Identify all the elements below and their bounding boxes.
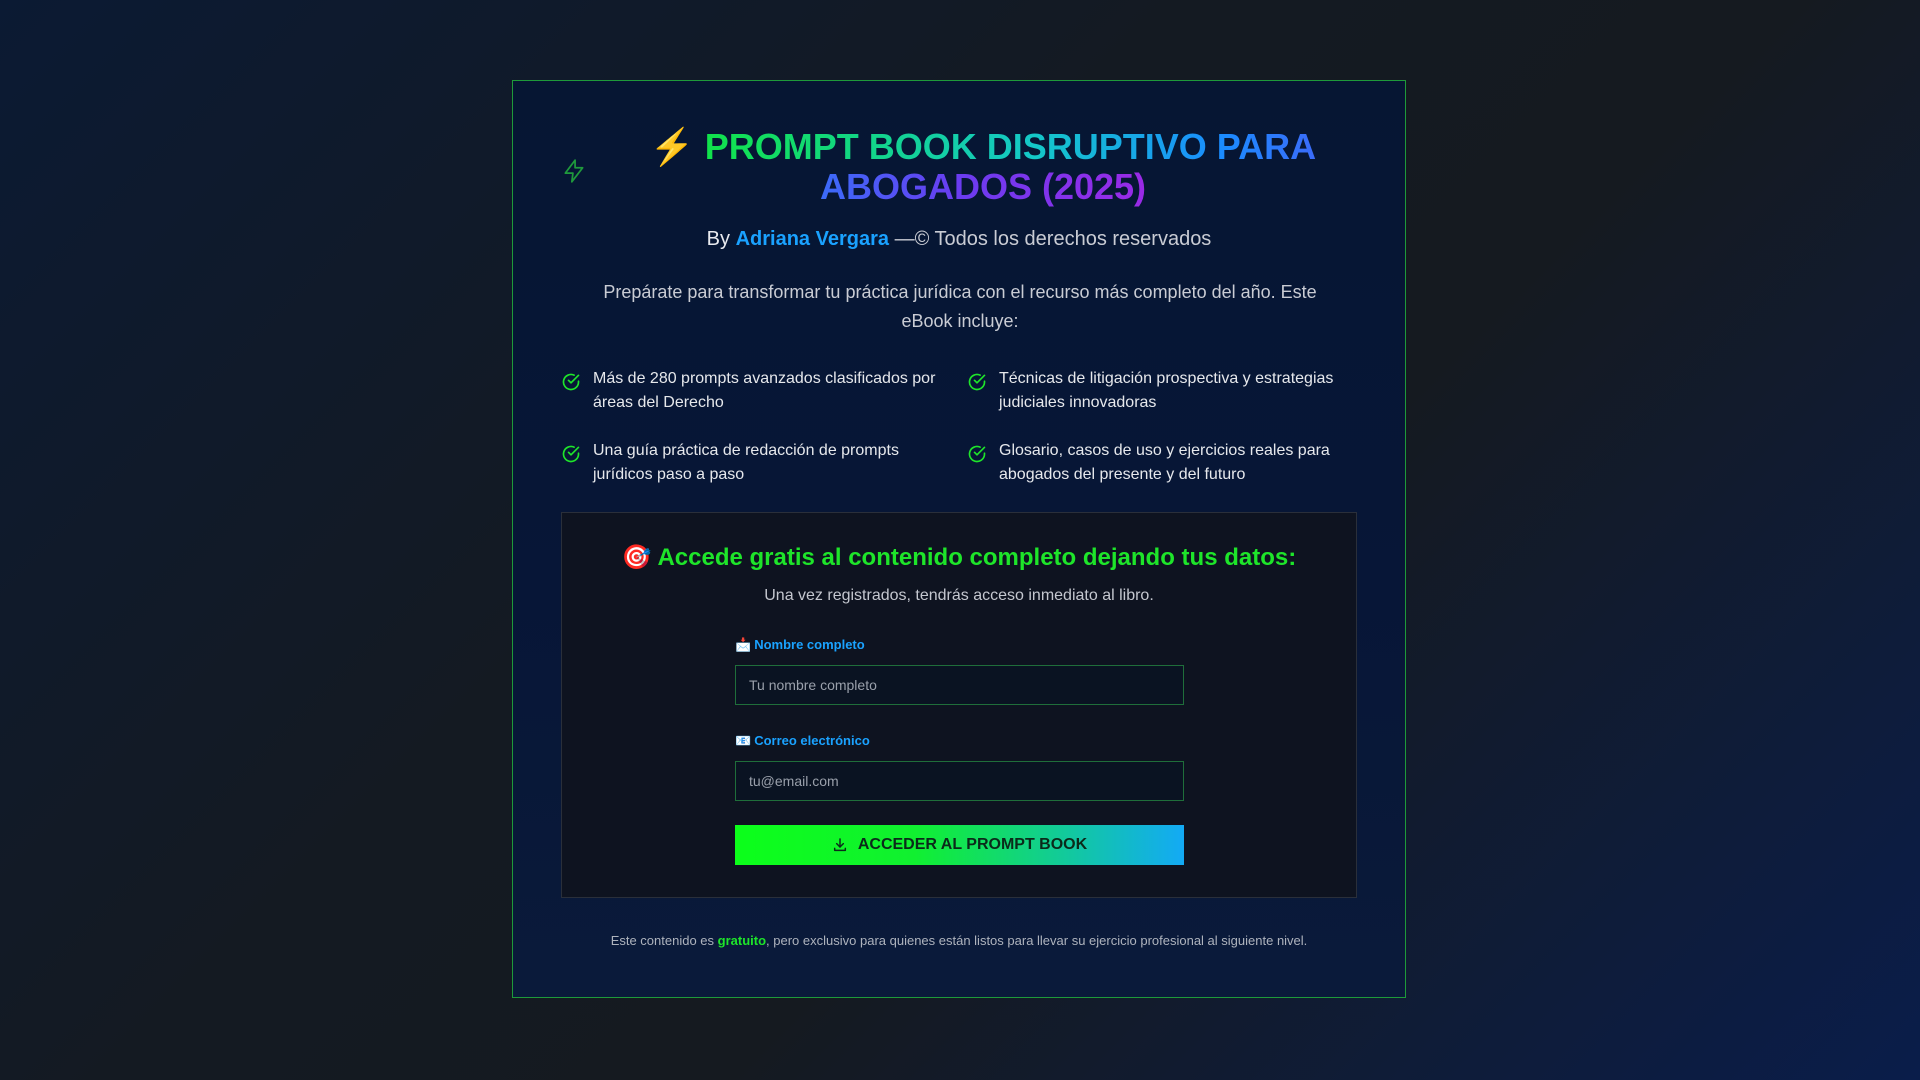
page-title: ⚡ PROMPT BOOK DISRUPTIVO PARA ABOGADOS (… xyxy=(613,127,1353,207)
name-field-label: 📩 Nombre completo xyxy=(735,637,865,653)
access-prompt-book-button[interactable]: ACCEDER AL PROMPT BOOK xyxy=(735,825,1184,865)
feature-text: Más de 280 prompts avanzados clasificado… xyxy=(593,370,936,411)
envelope-arrow-icon: 📩 xyxy=(735,637,752,652)
footer-highlight: gratuito xyxy=(717,933,767,948)
email-input[interactable] xyxy=(735,761,1184,801)
name-label-text: Nombre completo xyxy=(754,637,865,652)
feature-item: Técnicas de litigación prospectiva y est… xyxy=(967,367,1361,415)
author-name: Adriana Vergara xyxy=(735,228,889,250)
feature-text: Técnicas de litigación prospectiva y est… xyxy=(999,370,1334,411)
feature-item: Más de 280 prompts avanzados clasificado… xyxy=(561,367,967,415)
check-circle-icon xyxy=(968,373,986,391)
download-icon xyxy=(833,838,846,852)
footer-note: Este contenido es gratuito, pero exclusi… xyxy=(513,933,1405,948)
feature-text: Una guía práctica de redacción de prompt… xyxy=(593,442,899,483)
bolt-outline-icon xyxy=(564,159,584,183)
title-text: PROMPT BOOK DISRUPTIVO PARA ABOGADOS (20… xyxy=(704,126,1317,207)
feature-item: Glosario, casos de uso y ejercicios real… xyxy=(967,439,1361,487)
rights-notice: —© Todos los derechos reservados xyxy=(894,228,1212,250)
byline: By Adriana Vergara —© Todos los derechos… xyxy=(513,228,1405,251)
feature-item: Una guía práctica de redacción de prompt… xyxy=(561,439,967,487)
email-label-text: Correo electrónico xyxy=(754,733,870,748)
check-circle-icon xyxy=(968,445,986,463)
intro-text: Prepárate para transformar tu práctica j… xyxy=(603,282,1317,331)
form-title: 🎯 Accede gratis al contenido completo de… xyxy=(621,544,1297,571)
email-field-label: 📧 Correo electrónico xyxy=(735,733,870,749)
footer-before: Este contenido es xyxy=(610,933,718,948)
check-circle-icon xyxy=(562,373,580,391)
by-prefix: By xyxy=(706,228,731,250)
bolt-emoji-icon: ⚡ xyxy=(649,126,695,167)
prompt-book-card: ⚡ PROMPT BOOK DISRUPTIVO PARA ABOGADOS (… xyxy=(512,80,1406,998)
submit-label: ACCEDER AL PROMPT BOOK xyxy=(857,836,1088,853)
name-input[interactable] xyxy=(735,665,1184,705)
email-icon: 📧 xyxy=(735,733,752,748)
footer-after: , pero exclusivo para quienes están list… xyxy=(766,933,1308,948)
form-subtitle: Una vez registrados, tendrás acceso inme… xyxy=(764,587,1154,604)
signup-form: 🎯 Accede gratis al contenido completo de… xyxy=(561,512,1357,898)
feature-text: Glosario, casos de uso y ejercicios real… xyxy=(999,442,1330,483)
feature-list: Más de 280 prompts avanzados clasificado… xyxy=(561,367,1361,487)
check-circle-icon xyxy=(562,445,580,463)
